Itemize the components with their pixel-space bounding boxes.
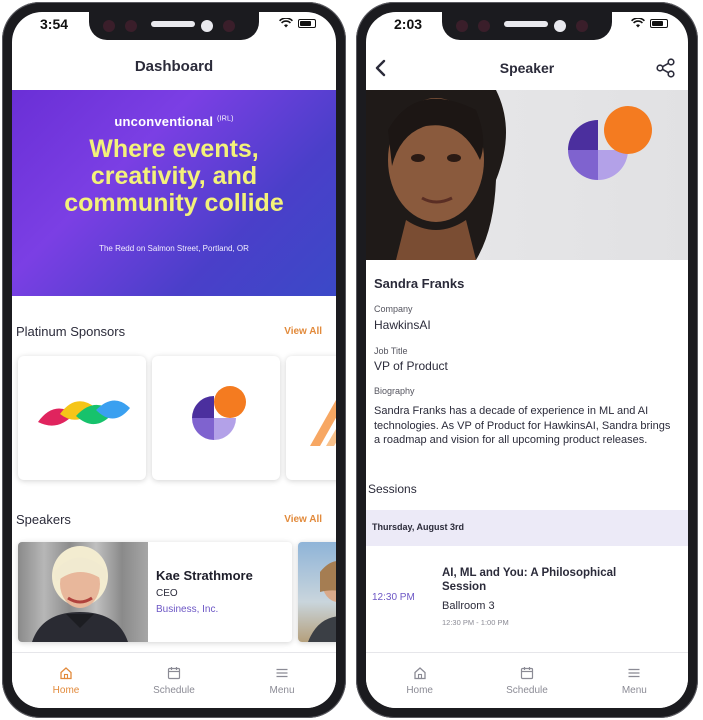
speakers-section-title: Speakers bbox=[16, 512, 71, 527]
tab-menu[interactable]: Menu bbox=[581, 653, 688, 708]
sponsor-logo-leaves-icon bbox=[38, 400, 130, 426]
sensor-dot bbox=[223, 20, 235, 32]
page-title: Speaker bbox=[499, 60, 555, 76]
event-banner[interactable]: unconventional (IRL) Where events, creat… bbox=[12, 90, 336, 296]
speaker-hero-photo bbox=[366, 90, 652, 260]
tab-label: Schedule bbox=[506, 684, 548, 696]
calendar-icon bbox=[167, 666, 181, 679]
sponsor-card[interactable] bbox=[152, 356, 280, 480]
calendar-icon bbox=[520, 666, 534, 679]
sensor-dot bbox=[456, 20, 468, 32]
tab-schedule[interactable]: Schedule bbox=[473, 653, 580, 708]
tab-home[interactable]: Home bbox=[366, 653, 473, 708]
event-brand: unconventional (IRL) bbox=[12, 114, 336, 129]
phone-speaker: 2:03 Speaker Sandra Franks Company Hawki… bbox=[356, 2, 698, 718]
stage: 3:54 Dashboard unconventional (IRL) Wher… bbox=[0, 0, 703, 720]
event-venue: The Redd on Salmon Street, Portland, OR bbox=[99, 244, 249, 253]
tab-schedule[interactable]: Schedule bbox=[120, 653, 228, 708]
biography-text: Sandra Franks has a decade of experience… bbox=[374, 405, 671, 446]
event-headline: Where events, creativity, and community … bbox=[22, 136, 326, 217]
home-icon bbox=[60, 666, 72, 679]
camera-icon bbox=[201, 20, 213, 32]
sponsor-card[interactable] bbox=[18, 356, 146, 480]
notch bbox=[442, 12, 612, 40]
dashboard-screen: 3:54 Dashboard unconventional (IRL) Wher… bbox=[12, 12, 336, 708]
tab-bar: Home Schedule Menu bbox=[366, 652, 688, 708]
menu-icon bbox=[276, 668, 288, 677]
company-label: Company bbox=[374, 304, 413, 314]
headline-line: creativity, and bbox=[90, 162, 258, 190]
wifi-icon bbox=[631, 18, 645, 28]
headline-line: Where events, bbox=[89, 135, 259, 163]
speaker-grille bbox=[504, 21, 548, 27]
speaker-avatar-icon bbox=[32, 546, 128, 642]
session-time: 12:30 PM bbox=[372, 592, 415, 603]
session-time-range: 12:30 PM - 1:00 PM bbox=[442, 618, 509, 627]
event-brand-text: unconventional bbox=[114, 114, 214, 129]
camera-icon bbox=[554, 20, 566, 32]
speaker-hero bbox=[366, 90, 688, 260]
sensor-dot bbox=[576, 20, 588, 32]
sponsor-logo-hawkins-icon bbox=[192, 386, 246, 440]
battery-icon bbox=[298, 18, 316, 28]
job-title-value: VP of Product bbox=[374, 359, 448, 373]
session-title: AI, ML and You: A Philosophical Session bbox=[442, 567, 617, 593]
status-icons bbox=[279, 18, 316, 28]
tab-label: Menu bbox=[269, 684, 295, 696]
menu-icon bbox=[628, 668, 640, 677]
biography-label: Biography bbox=[374, 386, 415, 396]
tab-label: Schedule bbox=[153, 684, 195, 696]
speaker-role: CEO bbox=[156, 588, 178, 599]
company-value: HawkinsAI bbox=[374, 318, 431, 332]
phone-dashboard: 3:54 Dashboard unconventional (IRL) Wher… bbox=[2, 2, 346, 718]
tab-label: Home bbox=[52, 684, 80, 696]
speakers-view-all-link[interactable]: View All bbox=[284, 514, 322, 525]
speaker-photo bbox=[18, 542, 148, 642]
sponsor-card[interactable] bbox=[286, 356, 336, 480]
status-icons bbox=[631, 18, 668, 28]
tab-home[interactable]: Home bbox=[12, 653, 120, 708]
tab-label: Home bbox=[406, 684, 433, 696]
sensor-dot bbox=[103, 20, 115, 32]
headline-line: community collide bbox=[64, 189, 284, 217]
sensor-dot bbox=[125, 20, 137, 32]
status-time: 3:54 bbox=[40, 16, 69, 32]
session-room: Ballroom 3 bbox=[442, 600, 495, 612]
notch bbox=[89, 12, 259, 40]
home-icon bbox=[414, 666, 426, 679]
speaker-avatar-icon bbox=[308, 561, 336, 642]
tab-bar: Home Schedule Menu bbox=[12, 652, 336, 708]
job-title-label: Job Title bbox=[374, 346, 408, 356]
battery-icon bbox=[650, 18, 668, 28]
speaker-screen: 2:03 Speaker Sandra Franks Company Hawki… bbox=[366, 12, 688, 708]
share-icon[interactable] bbox=[656, 58, 676, 78]
wifi-icon bbox=[279, 18, 293, 28]
page-title: Dashboard bbox=[134, 58, 214, 75]
event-brand-sup: (IRL) bbox=[217, 115, 234, 123]
speaker-card[interactable]: Kae Strathmore CEO Business, Inc. bbox=[18, 542, 292, 642]
status-time: 2:03 bbox=[394, 16, 423, 32]
sessions-title: Sessions bbox=[368, 482, 417, 496]
speaker-grille bbox=[151, 21, 195, 27]
speaker-name: Sandra Franks bbox=[374, 276, 465, 291]
tab-label: Menu bbox=[621, 684, 647, 696]
tab-menu[interactable]: Menu bbox=[228, 653, 336, 708]
session-day-label: Thursday, August 3rd bbox=[372, 522, 465, 532]
speaker-card[interactable] bbox=[298, 542, 336, 642]
sponsor-logo-partial-icon bbox=[310, 400, 336, 446]
sponsors-view-all-link[interactable]: View All bbox=[284, 326, 322, 337]
speaker-name: Kae Strathmore bbox=[156, 568, 253, 583]
sponsors-section-title: Platinum Sponsors bbox=[16, 324, 126, 339]
session-day-header: Thursday, August 3rd bbox=[366, 510, 688, 546]
sensor-dot bbox=[478, 20, 490, 32]
speaker-company: Business, Inc. bbox=[156, 604, 219, 615]
